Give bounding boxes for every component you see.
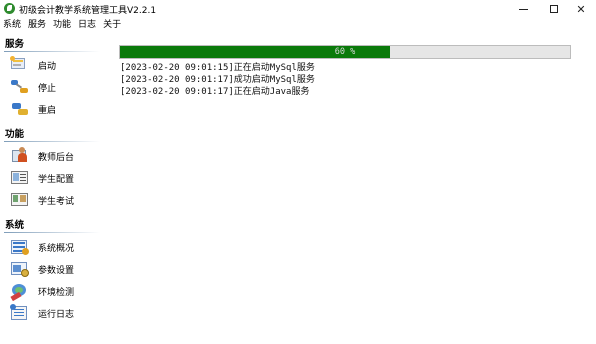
- minimize-icon: [518, 8, 528, 10]
- menu-system[interactable]: 系统: [0, 18, 25, 32]
- section-divider: [4, 51, 100, 52]
- log-output: [2023-02-20 09:01:15]正在启动MySql服务 [2023-0…: [120, 62, 580, 98]
- log-line: [2023-02-20 09:01:17]成功启动MySql服务: [120, 75, 315, 85]
- close-icon: ✕: [576, 2, 586, 16]
- menu-service[interactable]: 服务: [25, 18, 50, 32]
- sidebar-item-label: 启动: [38, 61, 57, 72]
- stop-icon: [10, 78, 30, 96]
- sidebar: 服务 启动 停止 重启 功能 教师后台 学生配置 学生考试 系统 系统概况 参数…: [0, 33, 108, 344]
- title-bar: 初级会计教学系统管理工具V2.2.1 ✕: [0, 0, 596, 18]
- overview-icon: [10, 238, 30, 256]
- sidebar-item-student-config[interactable]: 学生配置: [10, 168, 102, 188]
- section-title-system: 系统: [5, 220, 25, 231]
- menu-bar: 系统 服务 功能 日志 关于: [0, 18, 596, 32]
- section-divider: [4, 232, 100, 233]
- menu-about[interactable]: 关于: [100, 18, 125, 32]
- sidebar-item-start[interactable]: 启动: [10, 55, 102, 75]
- minimize-button[interactable]: [508, 0, 538, 18]
- section-divider: [4, 141, 100, 142]
- sidebar-item-label: 学生配置: [38, 174, 75, 185]
- log-icon: [10, 304, 30, 322]
- menu-log[interactable]: 日志: [75, 18, 100, 32]
- teacher-icon: [10, 147, 30, 165]
- sidebar-item-student-exam[interactable]: 学生考试: [10, 190, 102, 210]
- sidebar-item-stop[interactable]: 停止: [10, 77, 102, 97]
- sidebar-item-label: 教师后台: [38, 152, 75, 163]
- progress-text: 60 %: [334, 47, 356, 57]
- menu-function[interactable]: 功能: [50, 18, 75, 32]
- sidebar-item-label: 重启: [38, 105, 57, 116]
- sidebar-item-environment-check[interactable]: 环境检测: [10, 281, 102, 302]
- sidebar-item-restart[interactable]: 重启: [10, 99, 102, 119]
- sidebar-item-label: 系统概况: [38, 243, 75, 254]
- sidebar-item-parameter-settings[interactable]: 参数设置: [10, 259, 102, 279]
- log-line: [2023-02-20 09:01:17]正在启动Java服务: [120, 87, 310, 97]
- restart-icon: [10, 100, 30, 118]
- sidebar-item-label: 运行日志: [38, 309, 75, 320]
- sidebar-item-label: 学生考试: [38, 196, 75, 207]
- settings-icon: [10, 260, 30, 278]
- sidebar-item-teacher-backend[interactable]: 教师后台: [10, 146, 102, 166]
- app-logo-icon: [4, 3, 15, 14]
- close-button[interactable]: ✕: [566, 0, 596, 18]
- student-exam-icon: [10, 191, 30, 209]
- log-line: [2023-02-20 09:01:15]正在启动MySql服务: [120, 63, 315, 73]
- environment-icon: [10, 282, 30, 302]
- window-title: 初级会计教学系统管理工具V2.2.1: [19, 6, 157, 16]
- sidebar-item-label: 停止: [38, 83, 57, 94]
- student-config-icon: [10, 169, 30, 187]
- start-icon: [10, 56, 30, 74]
- section-title-function: 功能: [5, 129, 25, 140]
- maximize-button[interactable]: [539, 0, 569, 18]
- section-title-service: 服务: [5, 39, 25, 50]
- sidebar-item-run-log[interactable]: 运行日志: [10, 303, 102, 323]
- progress-bar: 60 %: [119, 45, 571, 59]
- sidebar-item-label: 环境检测: [38, 287, 75, 298]
- sidebar-item-system-overview[interactable]: 系统概况: [10, 237, 102, 257]
- maximize-icon: [550, 5, 558, 13]
- sidebar-item-label: 参数设置: [38, 265, 75, 276]
